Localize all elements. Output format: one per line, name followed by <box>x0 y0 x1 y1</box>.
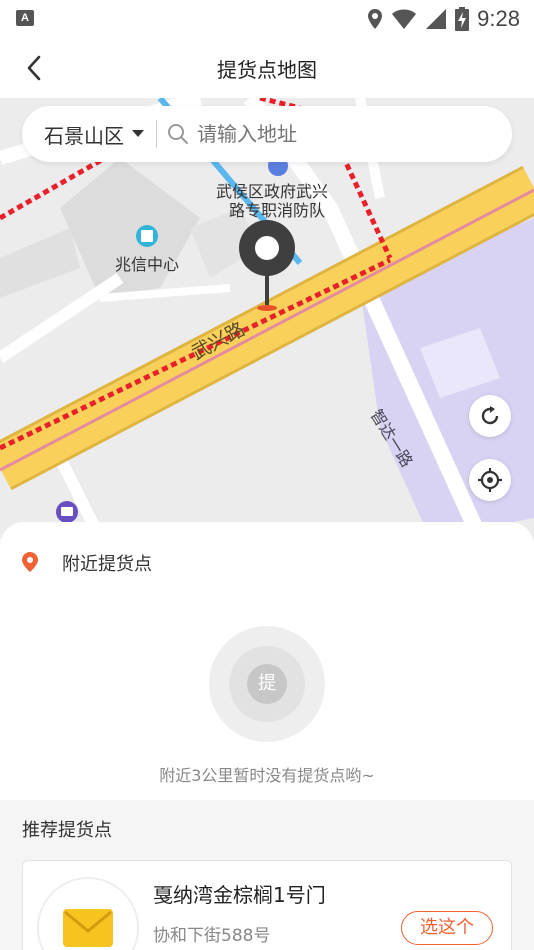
locate-me-button[interactable] <box>469 459 511 501</box>
nearby-header: 附近提货点 <box>0 522 534 600</box>
empty-state-text: 附近3公里暂时没有提货点哟~ <box>159 766 375 785</box>
recommend-title: 推荐提货点 <box>22 820 112 841</box>
pickup-point-card[interactable]: 戛纳湾金棕榈1号门 协和下街588号 选这个 <box>22 860 512 950</box>
map-label-fire-station-line2: 路专职消防队 <box>229 201 325 220</box>
map-label-fire-station: 武侯区政府武兴 <box>216 182 328 201</box>
pickup-point-avatar <box>37 877 139 950</box>
signal-icon <box>426 9 447 29</box>
search-bar: 石景山区 <box>22 106 512 162</box>
location-icon <box>368 9 383 29</box>
map-canvas: 武侯区政府武兴 路专职消防队 兆信中心 武兴路 智达一路 <box>0 98 534 538</box>
search-divider <box>156 120 157 148</box>
battery-charging-icon <box>455 7 470 31</box>
pickup-empty-icon: 提 <box>247 664 287 704</box>
status-icons: 9:28 <box>367 6 520 32</box>
district-selector[interactable]: 石景山区 <box>44 120 144 149</box>
nav-bar: 提货点地图 <box>0 38 534 98</box>
pickup-point-address: 协和下街588号 <box>153 926 271 946</box>
empty-state-illustration: 提 <box>209 626 325 742</box>
envelope-icon <box>63 909 113 947</box>
district-label: 石景山区 <box>44 123 124 148</box>
status-time: 9:28 <box>477 6 520 31</box>
refresh-button[interactable] <box>469 395 511 437</box>
caret-down-icon <box>132 130 144 137</box>
search-icon <box>168 124 188 144</box>
wifi-icon <box>392 9 417 29</box>
pin-icon <box>239 220 295 311</box>
map-label-building: 兆信中心 <box>115 255 179 274</box>
address-search-input[interactable] <box>197 122 477 146</box>
location-pin-icon <box>22 552 38 572</box>
map-center-pin <box>238 219 296 315</box>
status-bar: A 9:28 <box>0 0 534 38</box>
choose-button[interactable]: 选这个 <box>401 911 493 945</box>
nearby-label: 附近提货点 <box>62 554 152 575</box>
app-notification-icon: A <box>16 10 34 26</box>
pickup-sheet: 附近提货点 提 附近3公里暂时没有提货点哟~ 推荐提货点 戛纳湾金棕榈1号门 协… <box>0 522 534 950</box>
pickup-point-name: 戛纳湾金棕榈1号门 <box>153 883 326 907</box>
map-view[interactable]: 武侯区政府武兴 路专职消防队 兆信中心 武兴路 智达一路 <box>0 98 534 538</box>
crosshair-icon <box>478 468 502 492</box>
empty-state: 提 附近3公里暂时没有提货点哟~ <box>0 600 534 800</box>
page-title: 提货点地图 <box>217 58 317 82</box>
refresh-icon <box>481 406 499 425</box>
